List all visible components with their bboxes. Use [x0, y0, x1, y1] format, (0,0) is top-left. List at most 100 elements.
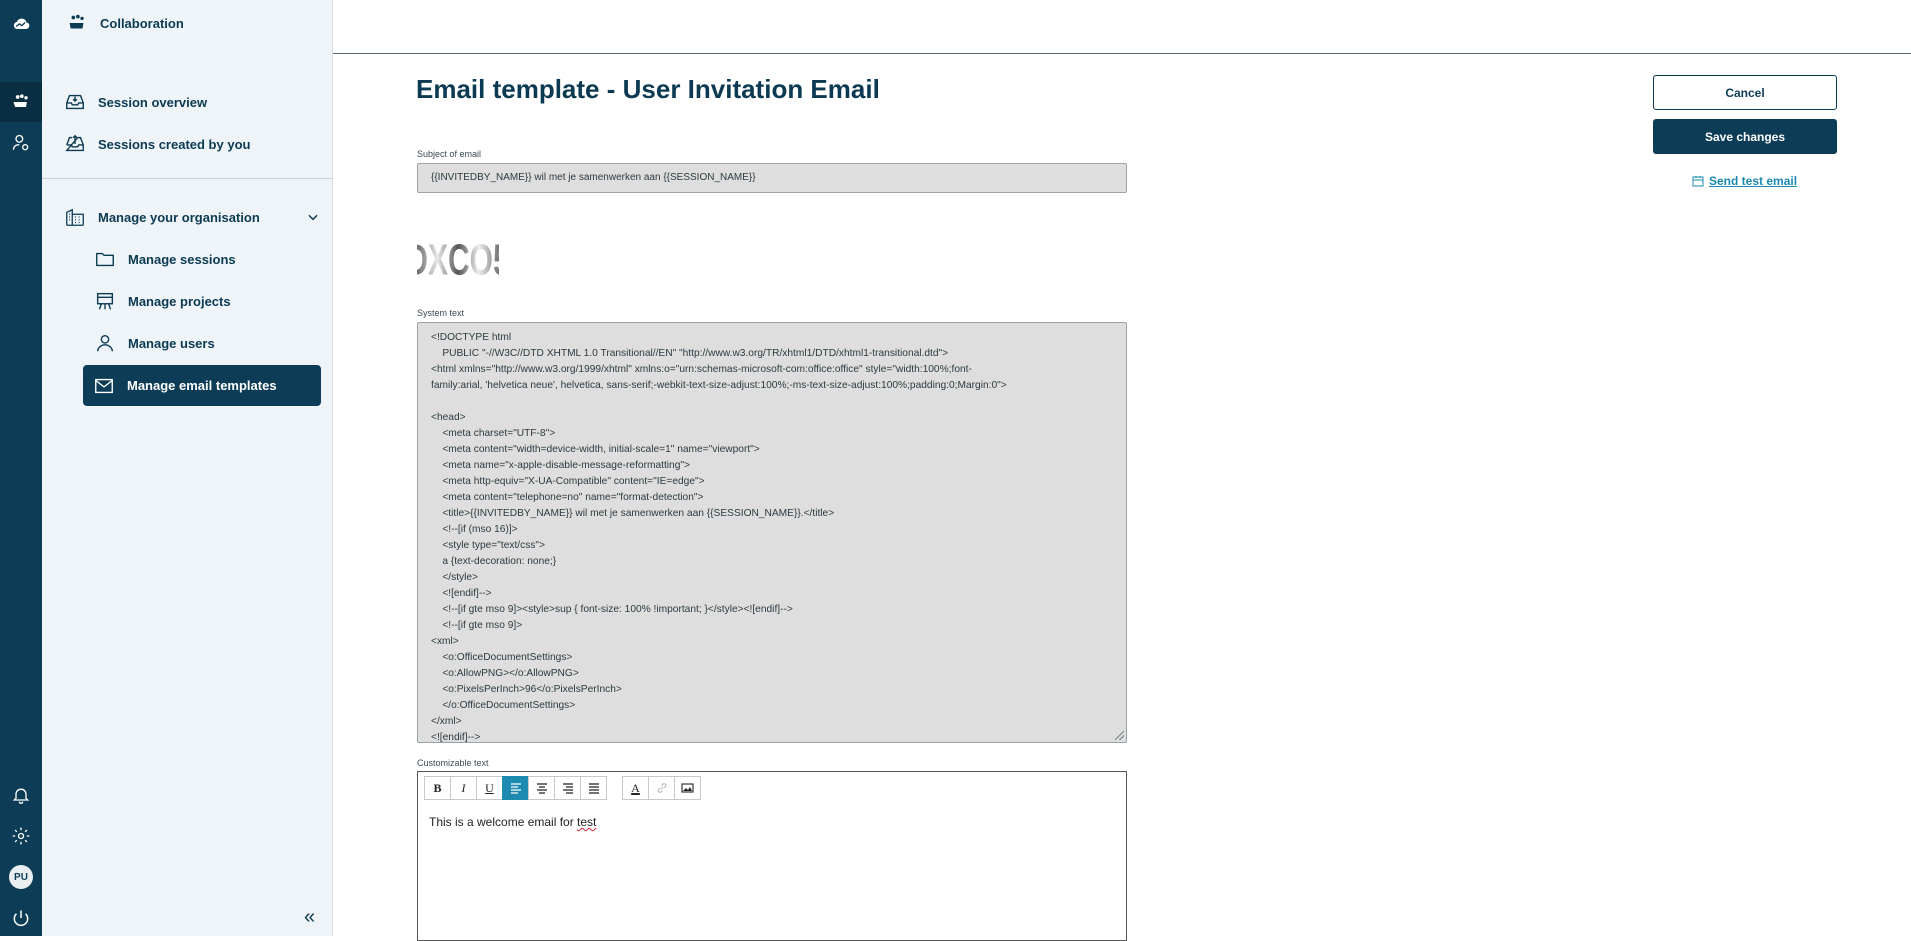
code-line: <meta content="width=device-width, initi…	[431, 444, 760, 455]
sidebar-item-session-overview[interactable]: Session overview	[64, 91, 207, 113]
resize-handle-icon[interactable]	[1115, 731, 1124, 740]
bold-button[interactable]: B	[424, 776, 451, 800]
align-left-button[interactable]	[502, 776, 529, 800]
code-line: </style>	[431, 572, 478, 583]
send-test-email-link[interactable]: Send test email	[1692, 174, 1797, 188]
editor-content[interactable]: This is a welcome email for test	[429, 815, 596, 829]
editor-text-misspelled: test	[577, 815, 597, 829]
sidebar-item-manage-email-templates-inner: Manage email templates	[83, 365, 321, 406]
bell-icon[interactable]	[0, 775, 42, 815]
code-line: <o:AllowPNG></o:AllowPNG>	[431, 668, 579, 679]
inbox-icon	[66, 94, 84, 110]
avatar-initials: PU	[9, 865, 33, 889]
code-line: <xml>	[431, 636, 459, 647]
align-justify-button[interactable]	[580, 776, 607, 800]
cloud-logo-icon[interactable]	[0, 4, 42, 44]
collapse-sidebar-icon[interactable]: «	[304, 906, 315, 929]
sidebar-divider	[42, 178, 333, 179]
code-line: <html xmlns="http://www.w3.org/1999/xhtm…	[431, 364, 972, 375]
collaboration-nav-icon[interactable]	[0, 82, 42, 122]
gear-icon[interactable]	[0, 816, 42, 856]
user-settings-icon[interactable]	[0, 123, 42, 163]
align-justify-icon	[588, 783, 599, 794]
image-button[interactable]	[674, 776, 701, 800]
align-right-button[interactable]	[554, 776, 581, 800]
sidebar-item-label: Manage users	[128, 335, 215, 351]
sidebar-item-label: Manage sessions	[128, 251, 236, 267]
company-logo: DXCO5	[417, 208, 499, 291]
outbox-icon	[65, 134, 84, 152]
easel-icon	[96, 292, 114, 310]
sidebar: Collaboration Session overview Sessions …	[42, 0, 333, 936]
cancel-button[interactable]: Cancel	[1653, 75, 1837, 110]
building-icon	[66, 208, 84, 226]
avatar[interactable]: PU	[0, 857, 42, 897]
subject-field[interactable]: {{INVITEDBY_NAME}} wil met je samenwerke…	[417, 163, 1127, 193]
page-title: Email template - User Invitation Email	[416, 74, 880, 104]
code-line: </xml>	[431, 716, 462, 727]
sidebar-item-sessions-created[interactable]: Sessions created by you	[64, 133, 250, 155]
customizable-text-label: Customizable text	[417, 758, 489, 768]
code-line: a {text-decoration: none;}	[431, 556, 557, 567]
icon-rail: PU	[0, 0, 42, 936]
font-color-button[interactable]: A	[622, 776, 649, 800]
sidebar-item-label: Manage your organisation	[98, 209, 260, 225]
code-line: family:arial, 'helvetica neue', helvetic…	[431, 380, 1007, 391]
sidebar-item-label: Manage projects	[128, 293, 231, 309]
top-bar	[333, 0, 1911, 54]
system-text-label: System text	[417, 308, 465, 318]
link-button[interactable]	[648, 776, 675, 800]
system-text-content: <!DOCTYPE html PUBLIC "-//W3C//DTD XHTML…	[418, 323, 1126, 743]
power-icon[interactable]	[0, 898, 42, 938]
user-icon	[96, 334, 114, 352]
sidebar-item-collaboration[interactable]: Collaboration	[66, 12, 184, 34]
sidebar-item-manage-projects[interactable]: Manage projects	[94, 290, 231, 312]
code-line: <meta charset="UTF-8">	[431, 428, 556, 439]
sidebar-item-manage-organisation[interactable]: Manage your organisation	[64, 206, 320, 228]
code-line: <!--[if (mso 16)]>	[431, 524, 518, 535]
sidebar-item-manage-email-templates[interactable]: Manage email templates	[83, 365, 321, 406]
sidebar-item-label: Sessions created by you	[98, 136, 251, 152]
send-test-email-label: Send test email	[1709, 174, 1798, 188]
system-text-area[interactable]: <!DOCTYPE html PUBLIC "-//W3C//DTD XHTML…	[417, 322, 1127, 743]
code-line: <!--[if gte mso 9]>	[431, 620, 523, 631]
code-line: PUBLIC "-//W3C//DTD XHTML 1.0 Transition…	[431, 348, 949, 359]
align-left-icon	[510, 783, 521, 794]
sidebar-item-label: Session overview	[98, 94, 208, 110]
rich-text-editor[interactable]: B I U A This is a welcome email for test	[417, 771, 1127, 941]
code-line: <title>{{INVITEDBY_NAME}} wil met je sam…	[431, 508, 835, 519]
sidebar-item-manage-users[interactable]: Manage users	[94, 332, 215, 354]
code-line: <![endif]-->	[431, 588, 492, 599]
underline-button[interactable]: U	[476, 776, 503, 800]
chevron-down-icon[interactable]	[306, 210, 320, 224]
save-changes-button[interactable]: Save changes	[1653, 119, 1837, 154]
sidebar-item-label: Manage email templates	[127, 378, 277, 393]
align-right-icon	[562, 783, 573, 794]
link-icon	[657, 783, 666, 793]
envelope-icon	[95, 378, 113, 393]
code-line: <head>	[431, 412, 466, 423]
code-line: <!--[if gte mso 9]><style>sup { font-siz…	[431, 604, 793, 615]
code-line: <meta http-equiv="X-UA-Compatible" conte…	[431, 476, 705, 487]
align-center-icon	[536, 783, 547, 794]
logo-text: DXCO5	[417, 235, 499, 284]
collaboration-icon	[69, 14, 84, 29]
editor-text: This is a welcome email for	[429, 815, 578, 829]
code-line: <o:PixelsPerInch>96</o:PixelsPerInch>	[431, 684, 622, 695]
calendar-icon	[1692, 176, 1704, 187]
align-center-button[interactable]	[528, 776, 555, 800]
folder-icon	[96, 252, 114, 267]
code-line: <meta name="x-apple-disable-message-refo…	[431, 460, 690, 471]
subject-label: Subject of email	[417, 149, 482, 159]
image-icon	[681, 783, 694, 793]
code-line: <![endif]-->	[431, 732, 481, 743]
code-line: </o:OfficeDocumentSettings>	[431, 700, 576, 711]
editor-toolbar: B I U A	[424, 776, 701, 800]
sidebar-item-manage-sessions[interactable]: Manage sessions	[94, 248, 236, 270]
code-line: <meta content="telephone=no" name="forma…	[431, 492, 704, 503]
sidebar-item-label: Collaboration	[100, 15, 184, 31]
code-line: <style type="text/css">	[431, 540, 545, 551]
italic-button[interactable]: I	[450, 776, 477, 800]
code-line: <o:OfficeDocumentSettings>	[431, 652, 573, 663]
